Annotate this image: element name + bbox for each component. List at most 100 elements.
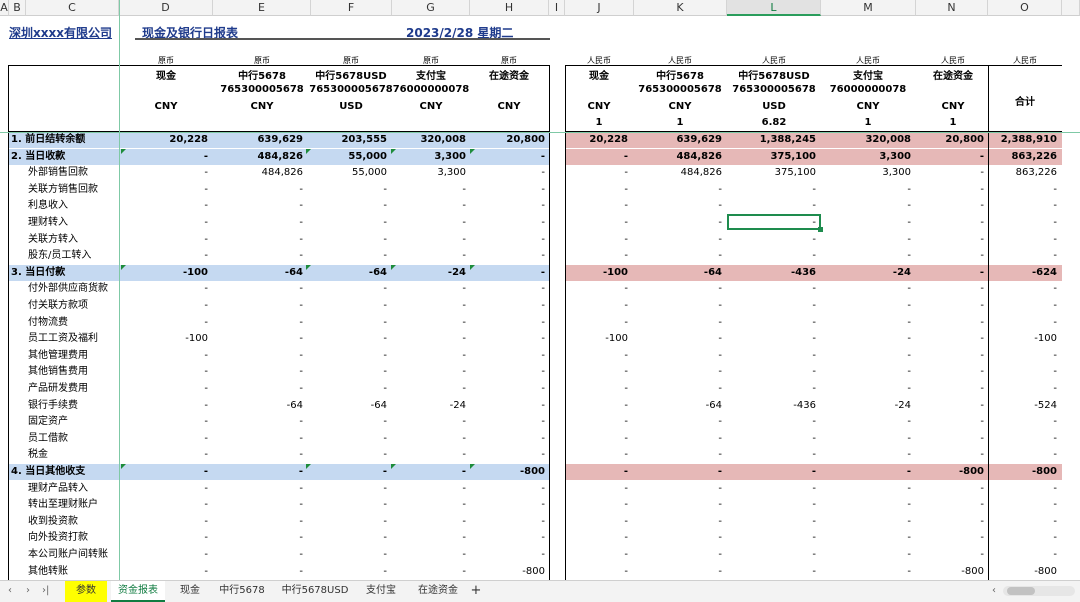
orig-value-cell[interactable]: - xyxy=(118,447,208,463)
rmb-value-cell[interactable]: -436 xyxy=(726,398,816,414)
orig-value-cell[interactable]: - xyxy=(455,331,545,347)
column-header-n[interactable]: N xyxy=(916,0,988,16)
orig-value-cell[interactable]: - xyxy=(297,431,387,447)
rmb-value-cell[interactable]: - xyxy=(632,530,722,546)
rmb-value-cell[interactable]: -100 xyxy=(538,265,628,281)
orig-value-cell[interactable]: - xyxy=(376,481,466,497)
scrollbar-thumb[interactable] xyxy=(1007,587,1035,595)
rmb-value-cell[interactable]: - xyxy=(632,281,722,297)
orig-value-cell[interactable]: - xyxy=(213,447,303,463)
rmb-value-cell[interactable]: - xyxy=(726,497,816,513)
total-value-cell[interactable]: - xyxy=(987,514,1057,530)
orig-value-cell[interactable]: - xyxy=(118,514,208,530)
column-header-c[interactable]: C xyxy=(26,0,119,16)
orig-value-cell[interactable]: - xyxy=(376,414,466,430)
rmb-value-cell[interactable]: - xyxy=(538,298,628,314)
orig-value-cell[interactable]: - xyxy=(455,248,545,264)
first-sheet-button[interactable]: ‹ xyxy=(8,581,12,602)
rmb-value-cell[interactable]: - xyxy=(538,497,628,513)
orig-value-cell[interactable]: -64 xyxy=(297,398,387,414)
orig-value-cell[interactable]: - xyxy=(297,530,387,546)
orig-value-cell[interactable]: - xyxy=(118,149,208,165)
orig-value-cell[interactable]: - xyxy=(455,547,545,563)
rmb-value-cell[interactable]: -436 xyxy=(726,265,816,281)
orig-value-cell[interactable]: - xyxy=(376,564,466,580)
horizontal-scrollbar[interactable] xyxy=(1003,586,1075,596)
total-value-cell[interactable]: - xyxy=(987,315,1057,331)
orig-value-cell[interactable]: - xyxy=(213,198,303,214)
rmb-value-cell[interactable]: - xyxy=(538,464,628,480)
rmb-value-cell[interactable]: - xyxy=(894,530,984,546)
rmb-value-cell[interactable]: - xyxy=(894,215,984,231)
rmb-value-cell[interactable]: 375,100 xyxy=(726,149,816,165)
rmb-value-cell[interactable]: - xyxy=(726,414,816,430)
column-header-f[interactable]: F xyxy=(311,0,392,16)
orig-value-cell[interactable]: - xyxy=(297,232,387,248)
rmb-value-cell[interactable]: - xyxy=(726,381,816,397)
rmb-value-cell[interactable]: - xyxy=(538,481,628,497)
column-header-j[interactable]: J xyxy=(565,0,634,16)
orig-value-cell[interactable]: - xyxy=(118,315,208,331)
rmb-value-cell[interactable]: - xyxy=(632,381,722,397)
orig-value-cell[interactable]: -100 xyxy=(118,331,208,347)
rmb-value-cell[interactable]: - xyxy=(538,381,628,397)
orig-value-cell[interactable]: - xyxy=(213,182,303,198)
rmb-value-cell[interactable]: - xyxy=(726,198,816,214)
rmb-value-cell[interactable]: - xyxy=(538,348,628,364)
total-value-cell[interactable]: -524 xyxy=(987,398,1057,414)
orig-value-cell[interactable]: - xyxy=(455,149,545,165)
rmb-value-cell[interactable]: - xyxy=(538,530,628,546)
orig-value-cell[interactable]: - xyxy=(213,232,303,248)
total-value-cell[interactable]: - xyxy=(987,447,1057,463)
rmb-value-cell[interactable]: - xyxy=(632,497,722,513)
scroll-left-button[interactable]: ‹ xyxy=(992,581,996,602)
tab-in-transit[interactable]: 在途资金 xyxy=(410,581,466,602)
orig-value-cell[interactable]: -64 xyxy=(213,265,303,281)
orig-value-cell[interactable]: - xyxy=(376,198,466,214)
total-value-cell[interactable]: - xyxy=(987,248,1057,264)
rmb-value-cell[interactable]: 20,228 xyxy=(538,132,628,148)
orig-value-cell[interactable]: - xyxy=(297,481,387,497)
rmb-value-cell[interactable]: -100 xyxy=(538,331,628,347)
rmb-value-cell[interactable]: - xyxy=(894,165,984,181)
orig-value-cell[interactable]: 484,826 xyxy=(213,149,303,165)
rmb-value-cell[interactable]: - xyxy=(894,514,984,530)
orig-value-cell[interactable]: - xyxy=(297,348,387,364)
orig-value-cell[interactable]: - xyxy=(455,182,545,198)
rmb-value-cell[interactable]: - xyxy=(538,547,628,563)
column-header-k[interactable]: K xyxy=(634,0,727,16)
orig-value-cell[interactable]: - xyxy=(376,514,466,530)
rmb-value-cell[interactable]: - xyxy=(538,182,628,198)
rmb-value-cell[interactable]: - xyxy=(538,232,628,248)
orig-value-cell[interactable]: - xyxy=(213,315,303,331)
rmb-value-cell[interactable]: - xyxy=(632,348,722,364)
orig-value-cell[interactable]: - xyxy=(118,232,208,248)
rmb-value-cell[interactable]: - xyxy=(538,281,628,297)
rmb-value-cell[interactable]: - xyxy=(894,232,984,248)
orig-value-cell[interactable]: - xyxy=(213,564,303,580)
rmb-value-cell[interactable]: - xyxy=(894,281,984,297)
orig-value-cell[interactable]: - xyxy=(213,281,303,297)
rmb-value-cell[interactable]: - xyxy=(632,232,722,248)
orig-value-cell[interactable]: - xyxy=(213,547,303,563)
orig-value-cell[interactable]: - xyxy=(376,298,466,314)
rmb-value-cell[interactable]: - xyxy=(632,564,722,580)
rmb-value-cell[interactable]: - xyxy=(726,182,816,198)
total-value-cell[interactable]: -100 xyxy=(987,331,1057,347)
orig-value-cell[interactable]: - xyxy=(455,165,545,181)
total-value-cell[interactable]: -800 xyxy=(987,464,1057,480)
orig-value-cell[interactable]: - xyxy=(297,381,387,397)
orig-value-cell[interactable]: - xyxy=(213,215,303,231)
tab-cash[interactable]: 现金 xyxy=(172,581,208,602)
total-value-cell[interactable]: - xyxy=(987,215,1057,231)
rmb-value-cell[interactable]: - xyxy=(632,315,722,331)
orig-value-cell[interactable]: - xyxy=(297,547,387,563)
orig-value-cell[interactable]: - xyxy=(455,364,545,380)
total-value-cell[interactable]: 863,226 xyxy=(987,149,1057,165)
orig-value-cell[interactable]: 3,300 xyxy=(376,149,466,165)
column-header-a[interactable]: A xyxy=(0,0,9,16)
rmb-value-cell[interactable]: - xyxy=(726,298,816,314)
rmb-value-cell[interactable]: - xyxy=(894,315,984,331)
orig-value-cell[interactable]: 484,826 xyxy=(213,165,303,181)
orig-value-cell[interactable]: - xyxy=(213,497,303,513)
